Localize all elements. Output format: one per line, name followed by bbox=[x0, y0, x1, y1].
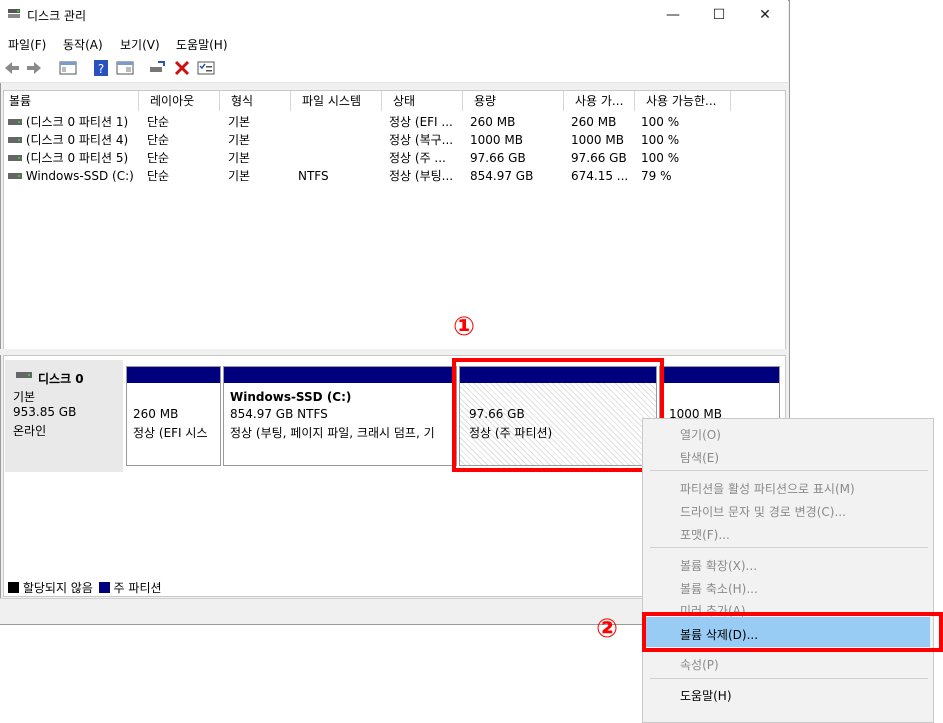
disk-management-app-icon bbox=[8, 9, 20, 18]
capacity-cell: 97.66 GB bbox=[470, 151, 526, 165]
menu-item-change-drive-letter[interactable]: 드라이브 문자 및 경로 변경(C)... bbox=[680, 503, 846, 520]
menu-item-open[interactable]: 열기(O) bbox=[680, 426, 721, 443]
free-space-cell: 1000 MB bbox=[571, 133, 624, 147]
console-tree-icon[interactable] bbox=[59, 59, 77, 77]
type-cell: 기본 bbox=[228, 151, 251, 165]
layout-cell: 단순 bbox=[147, 169, 170, 183]
partition-efi-status: 정상 (EFI 시스 bbox=[133, 426, 208, 440]
volume-name: Windows-SSD (C:) bbox=[25, 169, 134, 183]
partition-efi-size: 260 MB bbox=[133, 407, 179, 421]
free-space-cell: 97.66 GB bbox=[571, 151, 627, 165]
column-header-layout[interactable]: 레이아웃 bbox=[145, 91, 220, 111]
menu-item-explore[interactable]: 탐색(E) bbox=[680, 449, 719, 466]
menu-item-shrink-volume[interactable]: 볼륨 축소(H)... bbox=[680, 580, 758, 597]
primary-partition-bar bbox=[660, 367, 779, 383]
filesystem-cell: NTFS bbox=[298, 169, 329, 183]
menu-item-extend-volume[interactable]: 볼륨 확장(X)... bbox=[680, 557, 757, 574]
menu-separator bbox=[650, 547, 928, 548]
volume-name: (디스크 0 파티션 5) bbox=[25, 151, 129, 165]
percent-free-cell: 100 % bbox=[641, 151, 680, 165]
table-row[interactable]: (디스크 0 파티션 1) bbox=[8, 113, 138, 131]
primary-partition-bar bbox=[127, 367, 220, 383]
properties-window-icon[interactable] bbox=[116, 59, 134, 77]
legend: 할당되지 않음 주 파티션 bbox=[8, 579, 162, 596]
table-row[interactable]: Windows-SSD (C:) bbox=[8, 167, 138, 185]
disk-icon bbox=[16, 372, 32, 378]
column-header-status[interactable]: 상태 bbox=[388, 91, 463, 111]
back-arrow-icon[interactable] bbox=[3, 59, 21, 77]
menu-separator bbox=[650, 470, 928, 471]
menu-view[interactable]: 보기(V) bbox=[120, 36, 160, 53]
annotation-highlight-delete bbox=[642, 612, 943, 652]
delete-x-icon[interactable] bbox=[173, 59, 191, 77]
status-cell: 정상 (EFI ... bbox=[389, 115, 453, 129]
help-icon[interactable]: ? bbox=[92, 59, 110, 77]
column-header-free-space[interactable]: 사용 가... bbox=[570, 91, 635, 111]
unallocated-swatch bbox=[8, 582, 19, 593]
annotation-number-1: ① bbox=[453, 312, 476, 342]
percent-free-cell: 100 % bbox=[641, 133, 680, 147]
volume-icon bbox=[8, 137, 22, 143]
menu-item-properties[interactable]: 속성(P) bbox=[680, 656, 719, 673]
primary-partition-bar bbox=[224, 367, 456, 383]
partition-windows-ssd-name: Windows-SSD (C:) bbox=[230, 390, 352, 404]
connect-drive-icon[interactable] bbox=[148, 59, 166, 77]
menu-item-format[interactable]: 포맷(F)... bbox=[680, 526, 730, 543]
type-cell: 기본 bbox=[228, 115, 251, 129]
volume-name: (디스크 0 파티션 1) bbox=[25, 115, 129, 129]
volume-icon bbox=[8, 155, 22, 161]
column-header-type[interactable]: 형식 bbox=[226, 91, 291, 111]
partition-windows-ssd-size: 854.97 GB NTFS bbox=[230, 407, 328, 421]
window-title: 디스크 관리 bbox=[27, 9, 87, 23]
partition-windows-ssd-status: 정상 (부팅, 페이지 파일, 크래시 덤프, 기 bbox=[230, 426, 435, 440]
free-space-cell: 674.15 ... bbox=[571, 169, 629, 183]
free-space-cell: 260 MB bbox=[571, 115, 617, 129]
menu-item-help[interactable]: 도움말(H) bbox=[680, 687, 732, 704]
primary-swatch bbox=[98, 582, 110, 593]
checklist-icon[interactable] bbox=[197, 59, 215, 77]
capacity-cell: 1000 MB bbox=[470, 133, 523, 147]
status-cell: 정상 (주 ... bbox=[389, 151, 446, 165]
type-cell: 기본 bbox=[228, 169, 251, 183]
percent-free-cell: 79 % bbox=[641, 169, 672, 183]
table-row[interactable]: (디스크 0 파티션 4) bbox=[8, 131, 138, 149]
disk-type: 기본 bbox=[13, 390, 36, 404]
status-cell: 정상 (부팅... bbox=[389, 169, 454, 183]
disk-status: 온라인 bbox=[13, 424, 47, 438]
column-header-volume[interactable]: 볼륨 bbox=[4, 91, 139, 111]
disk-name: 디스크 0 bbox=[38, 372, 84, 386]
legend-unallocated: 할당되지 않음 bbox=[22, 581, 93, 595]
capacity-cell: 854.97 GB bbox=[470, 169, 534, 183]
layout-cell: 단순 bbox=[147, 115, 170, 129]
status-cell: 정상 (복구... bbox=[389, 133, 454, 147]
table-row[interactable]: (디스크 0 파티션 5) bbox=[8, 149, 138, 167]
annotation-number-2: ② bbox=[596, 614, 619, 644]
menu-help[interactable]: 도움말(H) bbox=[176, 36, 228, 53]
disk-size: 953.85 GB bbox=[13, 405, 77, 419]
percent-free-cell: 100 % bbox=[641, 115, 680, 129]
minimize-button[interactable]: — bbox=[650, 0, 696, 30]
menu-action[interactable]: 동작(A) bbox=[63, 36, 103, 53]
annotation-highlight-partition bbox=[452, 358, 664, 472]
maximize-button[interactable]: ☐ bbox=[696, 0, 742, 30]
forward-arrow-icon[interactable] bbox=[25, 59, 43, 77]
menu-bar bbox=[0, 30, 788, 54]
layout-cell: 단순 bbox=[147, 151, 170, 165]
capacity-cell: 260 MB bbox=[470, 115, 516, 129]
column-header-percent-free[interactable]: 사용 가능한... bbox=[641, 91, 731, 111]
svg-text:?: ? bbox=[98, 62, 104, 76]
volume-icon bbox=[8, 119, 22, 125]
menu-file[interactable]: 파일(F) bbox=[8, 36, 46, 53]
column-header-capacity[interactable]: 용량 bbox=[469, 91, 564, 111]
volume-icon bbox=[8, 173, 22, 179]
layout-cell: 단순 bbox=[147, 133, 170, 147]
legend-primary: 주 파티션 bbox=[113, 581, 162, 595]
type-cell: 기본 bbox=[228, 133, 251, 147]
menu-separator bbox=[650, 678, 928, 679]
close-button[interactable]: ✕ bbox=[742, 0, 788, 30]
volume-name: (디스크 0 파티션 4) bbox=[25, 133, 129, 147]
menu-item-mark-active[interactable]: 파티션을 활성 파티션으로 표시(M) bbox=[680, 480, 855, 497]
column-header-filesystem[interactable]: 파일 시스템 bbox=[297, 91, 382, 111]
